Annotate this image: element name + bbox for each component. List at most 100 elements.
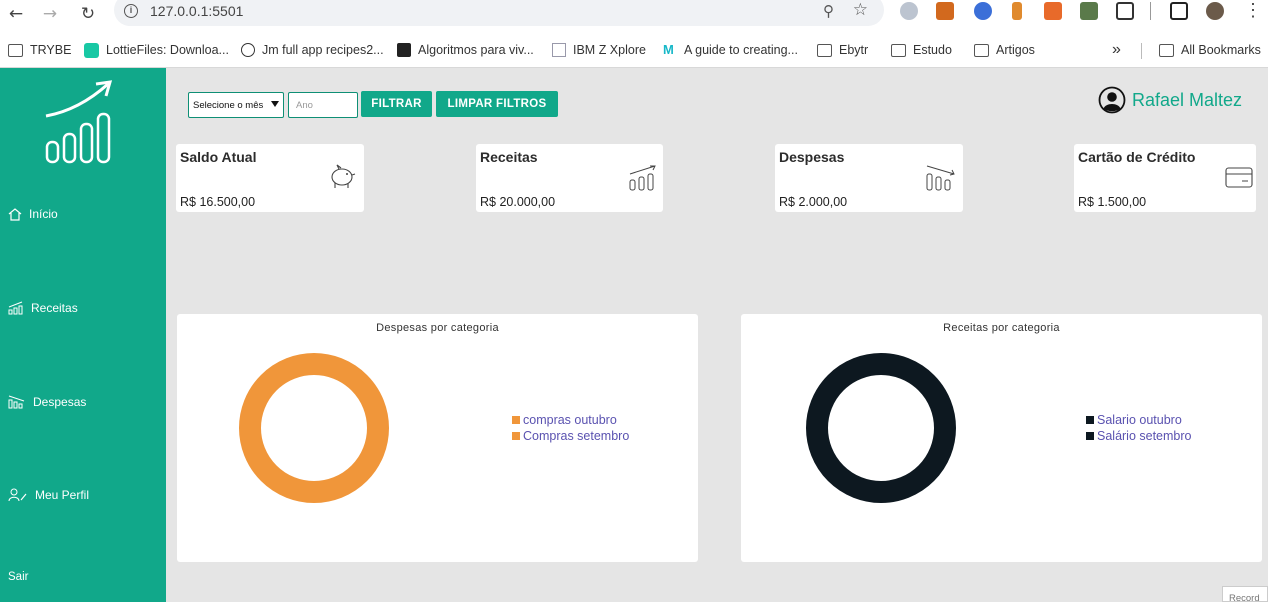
extensions-puzzle-icon[interactable] <box>1116 2 1134 20</box>
legend-item[interactable]: Salario outubro <box>1086 412 1192 428</box>
bookmark-folder-ebytr[interactable]: Ebytr <box>817 40 868 60</box>
bookmark-label: All Bookmarks <box>1181 43 1261 57</box>
all-bookmarks-button[interactable]: All Bookmarks <box>1159 40 1261 60</box>
address-bar[interactable]: i 127.0.0.1:5501 ⚲ ☆ <box>114 0 884 26</box>
clear-filters-button[interactable]: LIMPAR FILTROS <box>436 91 558 117</box>
bookmark-label: Algoritmos para viv... <box>418 43 534 57</box>
bookmark-label: Estudo <box>913 43 952 57</box>
bars-down-icon <box>926 165 955 191</box>
card-title: Saldo Atual <box>180 149 257 165</box>
bookmark-label: LottieFiles: Downloa... <box>106 43 229 57</box>
bars-down-icon <box>8 395 25 409</box>
home-icon <box>8 207 22 221</box>
sidebar-item-label: Receitas <box>31 301 78 315</box>
lottiefiles-icon <box>84 42 99 58</box>
amazon-icon <box>397 43 411 57</box>
site-info-icon[interactable]: i <box>124 4 138 18</box>
bars-up-icon <box>629 165 656 191</box>
bookmark-folder-trybe[interactable]: TRYBE <box>8 40 71 60</box>
bookmark-algoritmos[interactable]: Algoritmos para viv... <box>397 40 534 60</box>
sidebar-item-receitas[interactable]: Receitas <box>8 301 78 315</box>
legend-item[interactable]: Compras setembro <box>512 428 629 444</box>
sidebar-item-meu-perfil[interactable]: Meu Perfil <box>8 488 89 502</box>
user-profile[interactable]: Rafael Maltez <box>1098 86 1242 114</box>
legend-label: Salario outubro <box>1097 413 1182 427</box>
bookmark-label: IBM Z Xplore <box>573 43 646 57</box>
bookmark-folder-artigos[interactable]: Artigos <box>974 40 1035 60</box>
bookmark-label: A guide to creating... <box>684 43 798 57</box>
logout-label: Sair <box>8 571 29 583</box>
profile-avatar[interactable] <box>1206 2 1224 20</box>
zoom-icon[interactable]: ⚲ <box>823 2 834 20</box>
card-title: Receitas <box>480 149 538 165</box>
bookmark-github-recipes[interactable]: Jm full app recipes2... <box>241 40 384 60</box>
bookmark-label: Artigos <box>996 43 1035 57</box>
income-legend: Salario outubro Salário setembro <box>1086 412 1192 444</box>
legend-item[interactable]: compras outubro <box>512 412 629 428</box>
bookmarks-divider <box>1141 43 1142 59</box>
sidebar-item-label: Despesas <box>33 395 87 409</box>
filter-button[interactable]: FILTRAR <box>361 91 432 117</box>
bookmark-ibm[interactable]: IBM Z Xplore <box>552 40 646 60</box>
chart-title: Receitas por categoria <box>943 322 1060 334</box>
bookmark-label: TRYBE <box>30 43 72 57</box>
sidebar-item-inicio[interactable]: Início <box>8 207 58 221</box>
legend-label: compras outubro <box>523 413 617 427</box>
toolbar-divider <box>1150 2 1151 20</box>
year-input[interactable]: Ano <box>288 92 358 118</box>
folder-icon <box>891 43 906 57</box>
logout-button[interactable]: Sair <box>8 571 28 583</box>
card-receitas: Receitas R$ 20.000,00 <box>476 144 663 212</box>
book-extension-icon[interactable] <box>936 2 954 20</box>
calculator-extension-icon[interactable] <box>1080 2 1098 20</box>
browser-toolbar: ← → ↻ i 127.0.0.1:5501 ⚲ ☆ ⋮ <box>0 0 1268 34</box>
legend-item[interactable]: Salário setembro <box>1086 428 1192 444</box>
back-icon[interactable]: ← <box>4 2 28 26</box>
bookmark-star-icon[interactable]: ☆ <box>853 0 868 20</box>
record-tag[interactable]: Record <box>1222 586 1268 602</box>
income-chart-panel: Receitas por categoria Salario outubro S… <box>741 314 1262 562</box>
donut-ring <box>806 353 956 503</box>
income-donut[interactable] <box>806 353 956 503</box>
card-saldo-atual: Saldo Atual R$ 16.500,00 <box>176 144 364 212</box>
bookmark-guide[interactable]: M A guide to creating... <box>663 40 798 60</box>
folder-icon <box>8 43 23 57</box>
reload-icon[interactable]: ↻ <box>76 2 100 26</box>
ibm-icon <box>552 43 566 57</box>
bookmark-folder-estudo[interactable]: Estudo <box>891 40 952 60</box>
legend-label: Compras setembro <box>523 429 630 443</box>
menu-dots-icon[interactable]: ⋮ <box>1244 0 1262 21</box>
color-extension-icon[interactable] <box>974 2 992 20</box>
hourglass-extension-icon[interactable] <box>1012 2 1022 20</box>
month-select[interactable]: Selecione o mês <box>188 92 284 118</box>
react-devtools-icon[interactable] <box>900 2 918 20</box>
expenses-donut[interactable] <box>239 353 389 503</box>
legend-swatch <box>1086 416 1094 424</box>
bars-up-icon <box>8 301 23 315</box>
sidebar-item-despesas[interactable]: Despesas <box>8 395 86 409</box>
app-logo-icon <box>45 80 113 164</box>
month-select-value: Selecione o mês <box>193 99 264 111</box>
user-avatar-icon <box>1098 86 1126 114</box>
orange-extension-icon[interactable] <box>1044 2 1062 20</box>
credit-card-icon <box>1225 167 1253 188</box>
github-icon <box>241 43 255 57</box>
side-panel-icon[interactable] <box>1170 2 1188 20</box>
folder-icon <box>817 43 832 57</box>
folder-icon <box>1159 43 1174 57</box>
bookmarks-overflow-button[interactable]: » <box>1112 40 1121 60</box>
card-despesas: Despesas R$ 2.000,00 <box>775 144 963 212</box>
sidebar-item-label: Início <box>29 207 58 221</box>
forward-icon[interactable]: → <box>38 2 62 26</box>
bookmark-label: Jm full app recipes2... <box>262 43 384 57</box>
bookmark-lottiefiles[interactable]: LottieFiles: Downloa... <box>84 40 229 60</box>
chevron-down-icon <box>271 101 279 107</box>
card-title: Cartão de Crédito <box>1078 149 1196 165</box>
card-title: Despesas <box>779 149 845 165</box>
sidebar-item-label: Meu Perfil <box>35 488 90 502</box>
legend-label: Salário setembro <box>1097 429 1192 443</box>
year-input-placeholder: Ano <box>296 99 313 111</box>
card-value: R$ 2.000,00 <box>779 195 848 209</box>
expenses-legend: compras outubro Compras setembro <box>512 412 629 444</box>
bookmarks-bar: TRYBE LottieFiles: Downloa... Jm full ap… <box>0 34 1268 68</box>
